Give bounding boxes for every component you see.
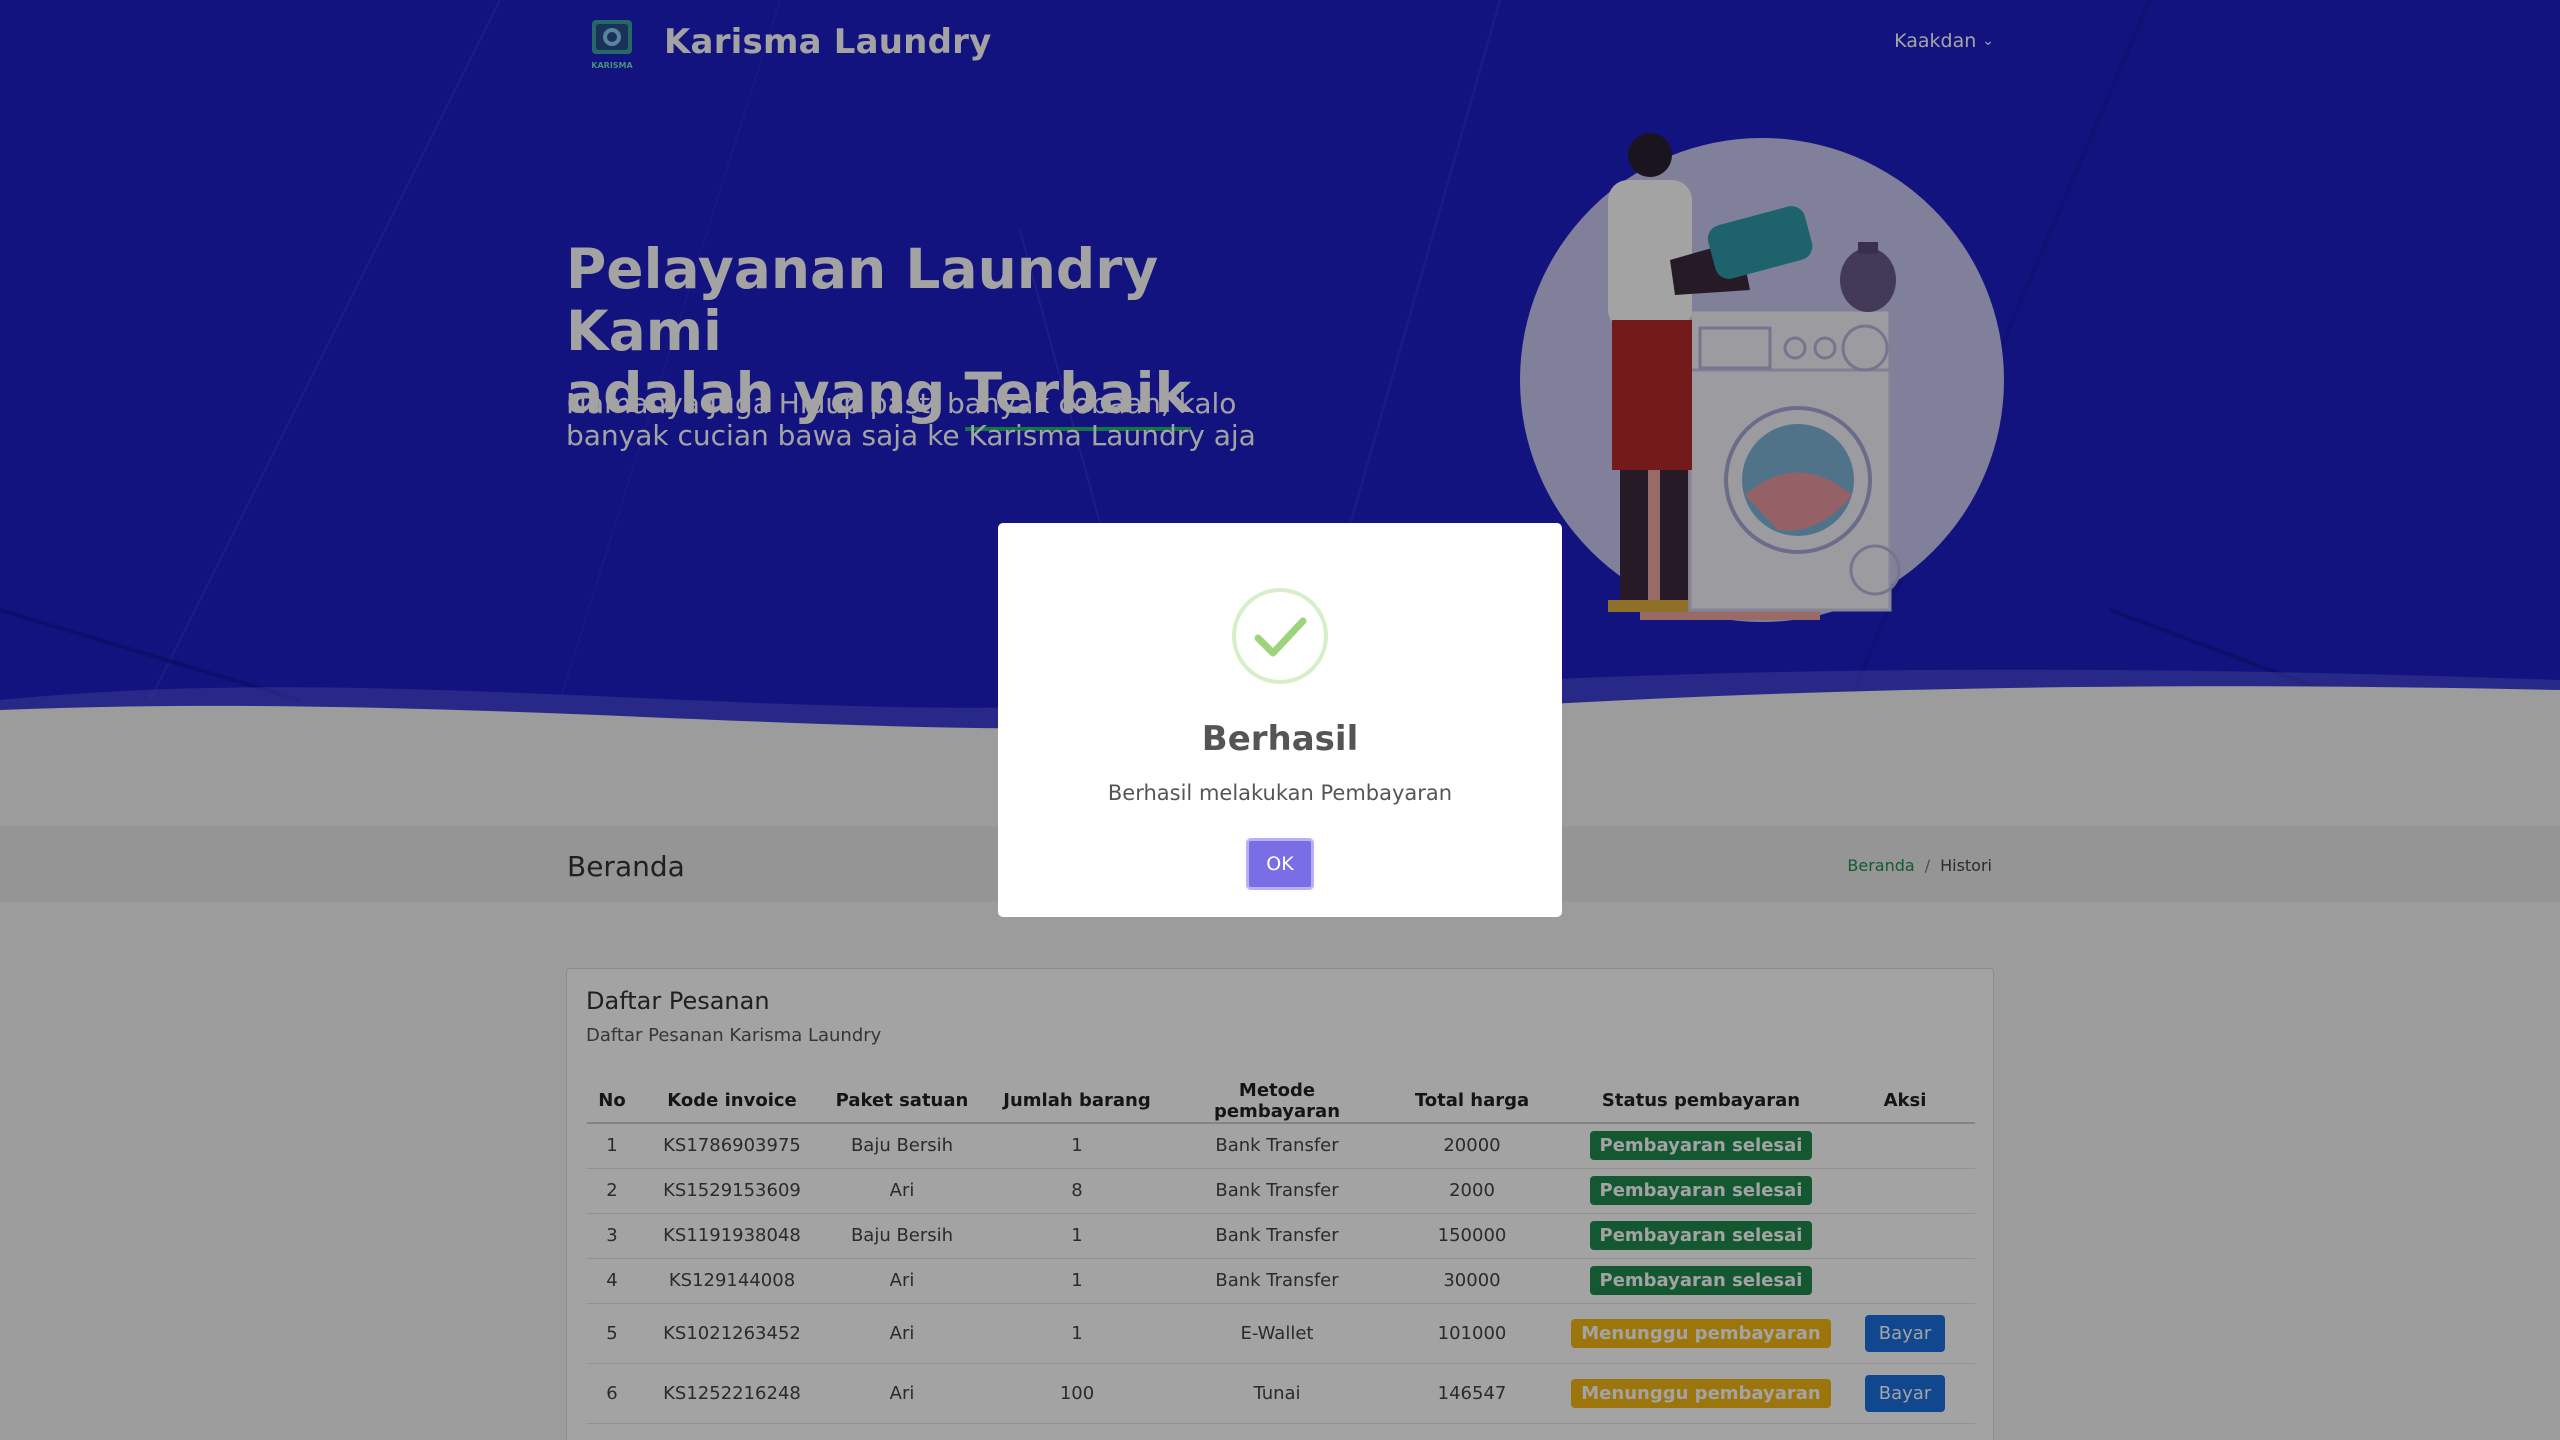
success-dialog: Berhasil Berhasil melakukan Pembayaran O… — [998, 523, 1562, 917]
dialog-message: Berhasil melakukan Pembayaran — [1107, 781, 1453, 805]
success-check-icon — [1232, 588, 1328, 684]
ok-button[interactable]: OK — [1246, 838, 1314, 890]
dialog-title: Berhasil — [1201, 719, 1359, 759]
